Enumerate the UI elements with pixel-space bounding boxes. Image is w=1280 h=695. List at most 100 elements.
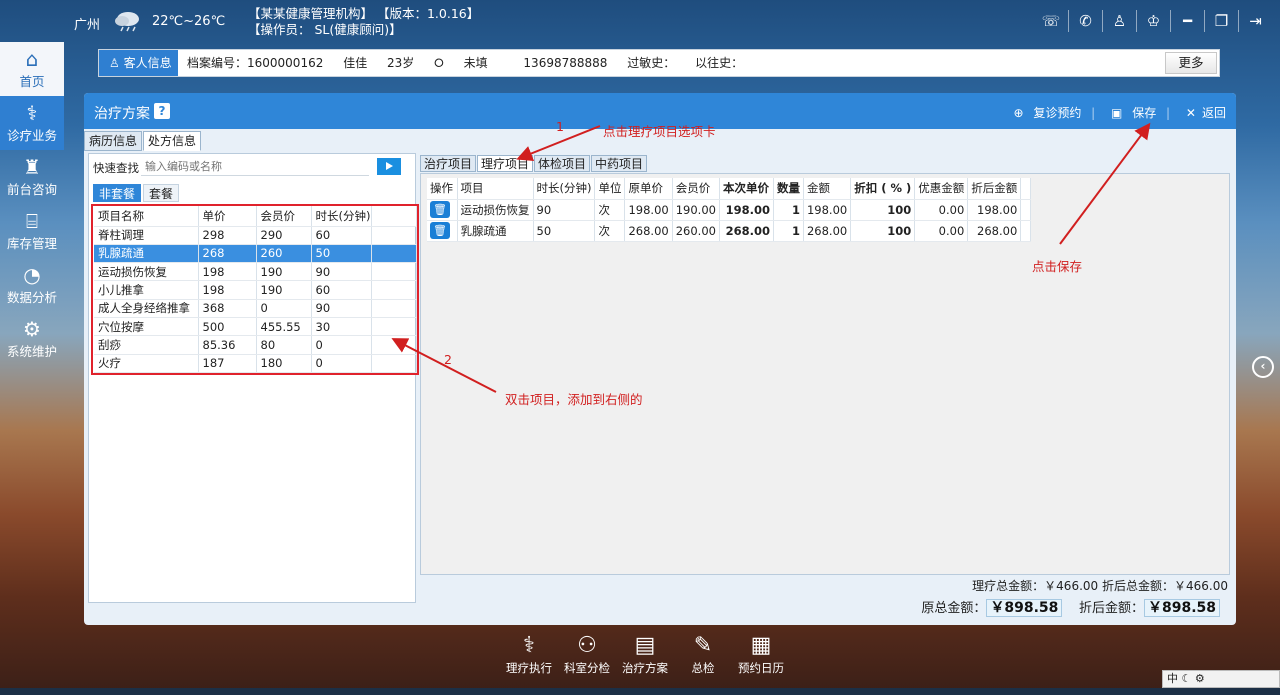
patient-tag[interactable]: ♙ 客人信息 [99, 50, 178, 76]
tab-checkup[interactable]: 体检项目 [534, 155, 591, 172]
cell[interactable]: 198.00 [719, 199, 774, 221]
tab-prescription[interactable]: 处方信息 [143, 131, 202, 151]
sidebar-item-analytics[interactable]: ◔ 数据分析 [0, 258, 64, 312]
physio-total: 理疗总金额：￥466.00 [972, 579, 1099, 593]
cell: 火疗 [94, 354, 199, 373]
tab-herbal[interactable]: 中药项目 [591, 155, 648, 172]
save-button[interactable]: ▣ 保存 [1105, 106, 1156, 120]
tab-medical-record[interactable]: 病历信息 [84, 131, 143, 151]
cell[interactable]: 1 [773, 199, 804, 221]
sidebar-item-label: 库存管理 [6, 236, 57, 251]
sidebar-item-clinical[interactable]: ⚕ 诊疗业务 [0, 96, 64, 150]
file-number: 档案编号：1600000162 [187, 56, 324, 70]
ime-toolbar[interactable]: 中 ☾ ⚙ [1162, 670, 1280, 688]
record-tabs: 病历信息 处方信息 [84, 131, 202, 151]
table-header-row: 项目名称 单价 会员价 时长(分钟) [94, 206, 417, 227]
cell[interactable]: 100 [850, 199, 916, 221]
tab-physio[interactable]: 理疗项目 [477, 155, 534, 172]
org-line: 【某某健康管理机构】 【版本：1.0.16】 [248, 6, 480, 21]
back-button[interactable]: ✕ 返回 [1180, 106, 1226, 120]
category-totals: 理疗总金额：￥466.00 折后总金额：￥466.00 [972, 577, 1228, 594]
delete-icon[interactable]: 🗑 [430, 222, 450, 239]
table-row[interactable]: 小儿推拿 198 190 60 [94, 280, 417, 300]
table-row[interactable]: 穴位按摩 500 455.55 30 [94, 317, 417, 337]
cell: 190.00 [672, 199, 720, 221]
table-row[interactable]: 🗑 运动损伤恢复 90 次 198.00 190.00 198.00 1 198… [427, 199, 1032, 221]
cell[interactable]: 100 [850, 220, 916, 242]
sidebar-item-label: 首页 [19, 74, 45, 89]
patient-phone: 13698788888 [523, 56, 608, 70]
table-row[interactable]: 成人全身经络推拿 368 0 90 [94, 299, 417, 318]
cell[interactable]: 50 [533, 220, 596, 242]
patient-status: ⭘ 未填 [434, 56, 503, 70]
minimize-icon[interactable]: ━ [1170, 10, 1204, 32]
step1-number: 1 [556, 119, 564, 134]
cell-empty [371, 335, 417, 355]
sidebar-item-inventory[interactable]: ⌸ 库存管理 [0, 204, 64, 258]
cell[interactable]: 1 [773, 220, 804, 242]
revisit-button[interactable]: ⊕ 复诊预约 [1013, 106, 1081, 120]
cell: 运动损伤恢复 [457, 199, 534, 221]
shirt-icon[interactable]: ♔ [1136, 10, 1170, 32]
sidebar-item-home[interactable]: ⌂ 首页 [0, 42, 64, 96]
exit-icon[interactable]: ⇥ [1238, 10, 1272, 32]
dock-item-physio-exec[interactable]: ⚕ 理疗执行 [500, 632, 558, 686]
cell: 成人全身经络推拿 [94, 299, 199, 318]
tab-non-package[interactable]: 非套餐 [93, 184, 142, 202]
table-row-selected[interactable]: 乳腺疏通 268 260 50 [94, 244, 417, 264]
search-go-button[interactable] [377, 158, 401, 175]
dock-label: 预约日历 [738, 661, 784, 675]
dock-item-calendar[interactable]: ▦ 预约日历 [732, 632, 790, 686]
tab-package[interactable]: 套餐 [143, 184, 180, 202]
dock-item-treatment-plan[interactable]: ▤ 治疗方案 [616, 632, 674, 686]
collapse-arrow-icon[interactable]: ‹ [1252, 356, 1274, 378]
cell: 268.00 [624, 220, 673, 242]
cell: 198 [198, 280, 257, 300]
os-taskbar [0, 688, 1280, 695]
table-row[interactable]: 火疗 187 180 0 [94, 354, 417, 373]
sidebar-item-system[interactable]: ⚙ 系统维护 [0, 312, 64, 366]
table-row[interactable]: 刮痧 85.36 80 0 [94, 335, 417, 355]
more-button[interactable]: 更多 [1165, 52, 1217, 74]
phone-icon[interactable]: ✆ [1068, 10, 1102, 32]
sidebar-item-label: 诊疗业务 [6, 128, 57, 143]
cell: 0 [311, 335, 372, 355]
column-header: 优惠金额 [914, 178, 969, 200]
document-icon: ▤ [634, 633, 656, 658]
cell: 455.55 [256, 317, 312, 337]
user-icon[interactable]: ♙ [1102, 10, 1136, 32]
dock-item-dept-triage[interactable]: ⚇ 科室分检 [558, 632, 616, 686]
chat-icon[interactable]: ☏ [1034, 10, 1068, 32]
column-header: 项目 [457, 178, 534, 200]
window-controls: ☏ ✆ ♙ ♔ ━ ❐ ⇥ [1034, 10, 1272, 32]
package-tabs: 非套餐 套餐 [93, 184, 181, 202]
cell[interactable]: 90 [533, 199, 596, 221]
save-label: 保存 [1132, 106, 1157, 120]
table-row[interactable]: 🗑 乳腺疏通 50 次 268.00 260.00 268.00 1 268.0… [427, 220, 1032, 242]
cell: 脊柱调理 [94, 226, 199, 245]
cell-empty [1020, 199, 1032, 221]
table-row[interactable]: 运动损伤恢复 198 190 90 [94, 262, 417, 282]
grand-totals: 原总金额： ￥898.58 折后金额： ￥898.58 [921, 597, 1220, 619]
column-header: 会员价 [672, 178, 720, 200]
tab-treatment[interactable]: 治疗项目 [420, 155, 477, 172]
cell-empty [1020, 220, 1032, 242]
patient-tag-label: 客人信息 [123, 56, 172, 70]
bottom-dock: ⚕ 理疗执行 ⚇ 科室分检 ▤ 治疗方案 ✎ 总检 ▦ 预约日历 [500, 632, 800, 686]
action-cell: 🗑 [427, 220, 458, 242]
quick-search-input[interactable] [141, 158, 369, 176]
table-row[interactable]: 脊柱调理 298 290 60 [94, 226, 417, 245]
save-icon: ▣ [1111, 106, 1123, 120]
restore-icon[interactable]: ❐ [1204, 10, 1238, 32]
dock-item-final-check[interactable]: ✎ 总检 [674, 632, 732, 686]
cell: 500 [198, 317, 257, 337]
column-header-empty [371, 206, 417, 227]
selected-items-box: 操作 项目 时长(分钟) 单位 原单价 会员价 本次单价 数量 金额 折扣 ( … [420, 173, 1230, 575]
help-icon[interactable]: ? [154, 103, 170, 119]
cell[interactable]: 268.00 [719, 220, 774, 242]
step1-text: 点击理疗项目选项卡 [603, 124, 716, 139]
city-label: 广州 [74, 18, 101, 33]
delete-icon[interactable]: 🗑 [430, 201, 450, 218]
sidebar-item-reception[interactable]: ♜ 前台咨询 [0, 150, 64, 204]
cell: 198.00 [624, 199, 673, 221]
